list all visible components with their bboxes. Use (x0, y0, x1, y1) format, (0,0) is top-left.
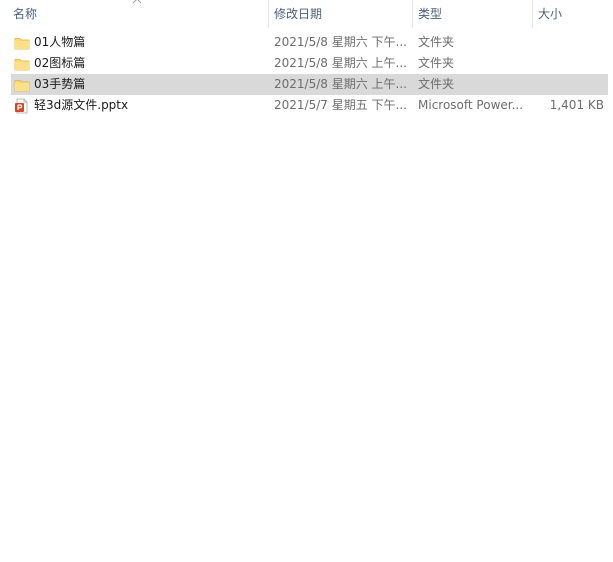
file-date-modified: 2021/5/8 星期六 下午... (274, 35, 407, 49)
file-explorer-list: 名称 修改日期 类型 大小 01人物篇 2021/5/8 星期六 下午... 文… (0, 0, 613, 562)
folder-icon (14, 38, 30, 50)
column-header-date-modified[interactable]: 修改日期 (268, 0, 412, 28)
file-date-modified: 2021/5/7 星期五 下午... (274, 98, 407, 112)
file-name: 01人物篇 (34, 35, 86, 49)
column-header-name[interactable]: 名称 (0, 0, 268, 28)
column-header-bar: 名称 修改日期 类型 大小 (0, 0, 613, 28)
file-date-modified: 2021/5/8 星期六 上午... (274, 56, 407, 70)
powerpoint-file-icon (15, 98, 28, 114)
file-date-modified: 2021/5/8 星期六 上午... (274, 77, 407, 91)
column-header-size[interactable]: 大小 (532, 0, 613, 28)
file-size (538, 53, 604, 74)
folder-icon (14, 80, 30, 92)
file-type: 文件夹 (418, 56, 455, 70)
file-name: 轻3d源文件.pptx (34, 98, 129, 112)
file-type: 文件夹 (418, 35, 455, 49)
file-type: 文件夹 (418, 77, 455, 91)
file-row-selected[interactable]: 03手势篇 2021/5/8 星期六 上午... 文件夹 (11, 74, 608, 95)
file-row[interactable]: 01人物篇 2021/5/8 星期六 下午... 文件夹 (11, 32, 608, 53)
file-name: 03手势篇 (34, 77, 86, 91)
file-type: Microsoft Power... (418, 98, 524, 112)
file-size: 1,401 KB (549, 98, 604, 112)
file-size (538, 74, 604, 95)
folder-icon (14, 59, 30, 71)
file-row[interactable]: 轻3d源文件.pptx 2021/5/7 星期五 下午... Microsoft… (11, 95, 608, 116)
file-row[interactable]: 02图标篇 2021/5/8 星期六 上午... 文件夹 (11, 53, 608, 74)
file-size (538, 32, 604, 53)
file-name: 02图标篇 (34, 56, 86, 70)
column-header-type[interactable]: 类型 (412, 0, 532, 28)
